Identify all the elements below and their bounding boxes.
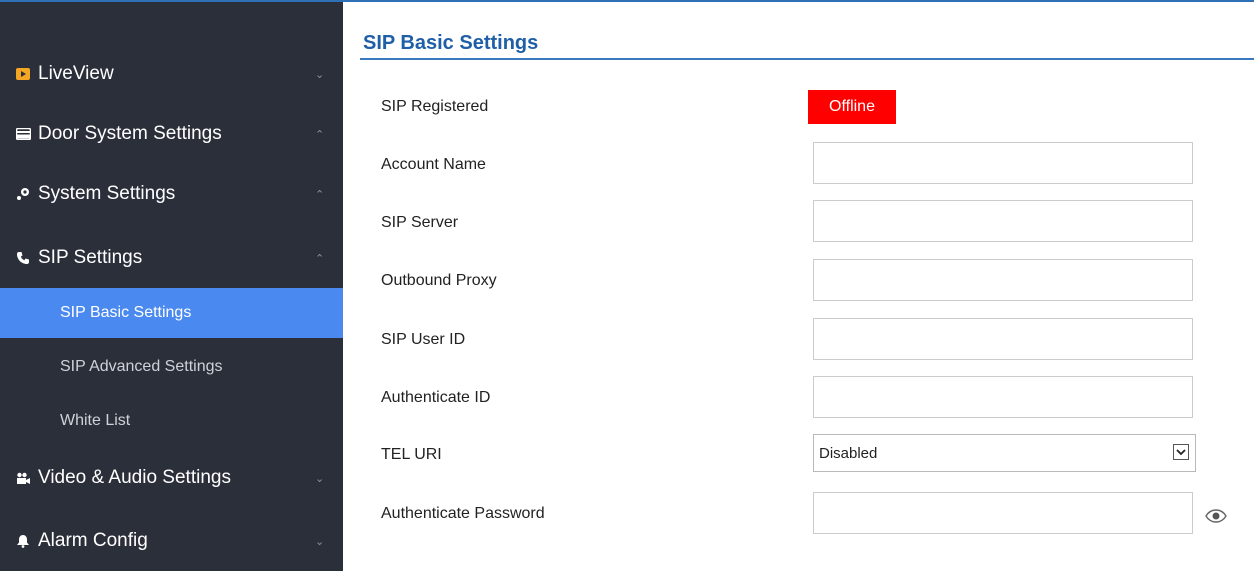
sidebar-subitem-label: SIP Advanced Settings [60, 358, 223, 375]
sidebar-subitem-sip-basic-settings[interactable]: SIP Basic Settings [0, 288, 343, 338]
sidebar-item-liveview[interactable]: LiveView ⌄ [0, 45, 343, 103]
sidebar: LiveView ⌄ Door System Settings ⌃ System… [0, 2, 343, 571]
chevron-down-icon: ⌄ [315, 68, 325, 81]
chevron-up-icon: ⌃ [315, 188, 325, 201]
account-name-label: Account Name [381, 156, 486, 173]
sidebar-item-label: LiveView [38, 63, 114, 84]
card-icon [15, 126, 31, 142]
page-title: SIP Basic Settings [363, 32, 539, 54]
authenticate-id-input[interactable] [813, 376, 1193, 418]
authenticate-id-label: Authenticate ID [381, 389, 491, 406]
sip-server-input[interactable] [813, 200, 1193, 242]
sip-user-id-label: SIP User ID [381, 331, 466, 348]
chevron-down-icon [1173, 444, 1189, 460]
status-badge: Offline [808, 90, 896, 124]
outbound-proxy-label: Outbound Proxy [381, 272, 497, 289]
main-content: SIP Basic Settings SIP Registered Offlin… [343, 2, 1254, 571]
sidebar-subitem-label: SIP Basic Settings [60, 304, 192, 321]
sidebar-item-alarm-config[interactable]: Alarm Config ⌄ [0, 512, 343, 570]
eye-icon[interactable] [1205, 509, 1227, 523]
sidebar-item-label: System Settings [38, 183, 176, 204]
title-divider [360, 58, 1254, 60]
sidebar-subitem-white-list[interactable]: White List [0, 396, 343, 446]
sidebar-subitem-label: White List [60, 412, 131, 429]
sip-user-id-input[interactable] [813, 318, 1193, 360]
sidebar-item-label: Alarm Config [38, 530, 148, 551]
sidebar-item-sip-settings[interactable]: SIP Settings ⌃ [0, 229, 343, 287]
tel-uri-select[interactable]: Disabled [813, 434, 1196, 472]
sidebar-item-label: SIP Settings [38, 247, 143, 268]
camera-icon [15, 470, 31, 486]
sidebar-item-door-system-settings[interactable]: Door System Settings ⌃ [0, 105, 343, 163]
tel-uri-label: TEL URI [381, 446, 442, 463]
sidebar-item-label: Door System Settings [38, 123, 222, 144]
chevron-up-icon: ⌃ [315, 252, 325, 265]
chevron-down-icon: ⌄ [315, 535, 325, 548]
sip-registered-label: SIP Registered [381, 98, 489, 115]
authenticate-password-label: Authenticate Password [381, 505, 545, 522]
sidebar-item-label: Video & Audio Settings [38, 467, 231, 488]
sidebar-item-video-audio-settings[interactable]: Video & Audio Settings ⌄ [0, 449, 343, 507]
outbound-proxy-input[interactable] [813, 259, 1193, 301]
sidebar-item-system-settings[interactable]: System Settings ⌃ [0, 165, 343, 223]
sip-server-label: SIP Server [381, 214, 459, 231]
bell-icon [15, 533, 31, 549]
authenticate-password-input[interactable] [813, 492, 1193, 534]
sidebar-subitem-sip-advanced-settings[interactable]: SIP Advanced Settings [0, 342, 343, 392]
chevron-down-icon: ⌄ [315, 472, 325, 485]
phone-icon [15, 250, 31, 266]
tel-uri-selected-value: Disabled [819, 444, 878, 462]
video-play-icon [15, 66, 31, 82]
account-name-input[interactable] [813, 142, 1193, 184]
wrench-icon [15, 186, 31, 202]
chevron-up-icon: ⌃ [315, 128, 325, 141]
